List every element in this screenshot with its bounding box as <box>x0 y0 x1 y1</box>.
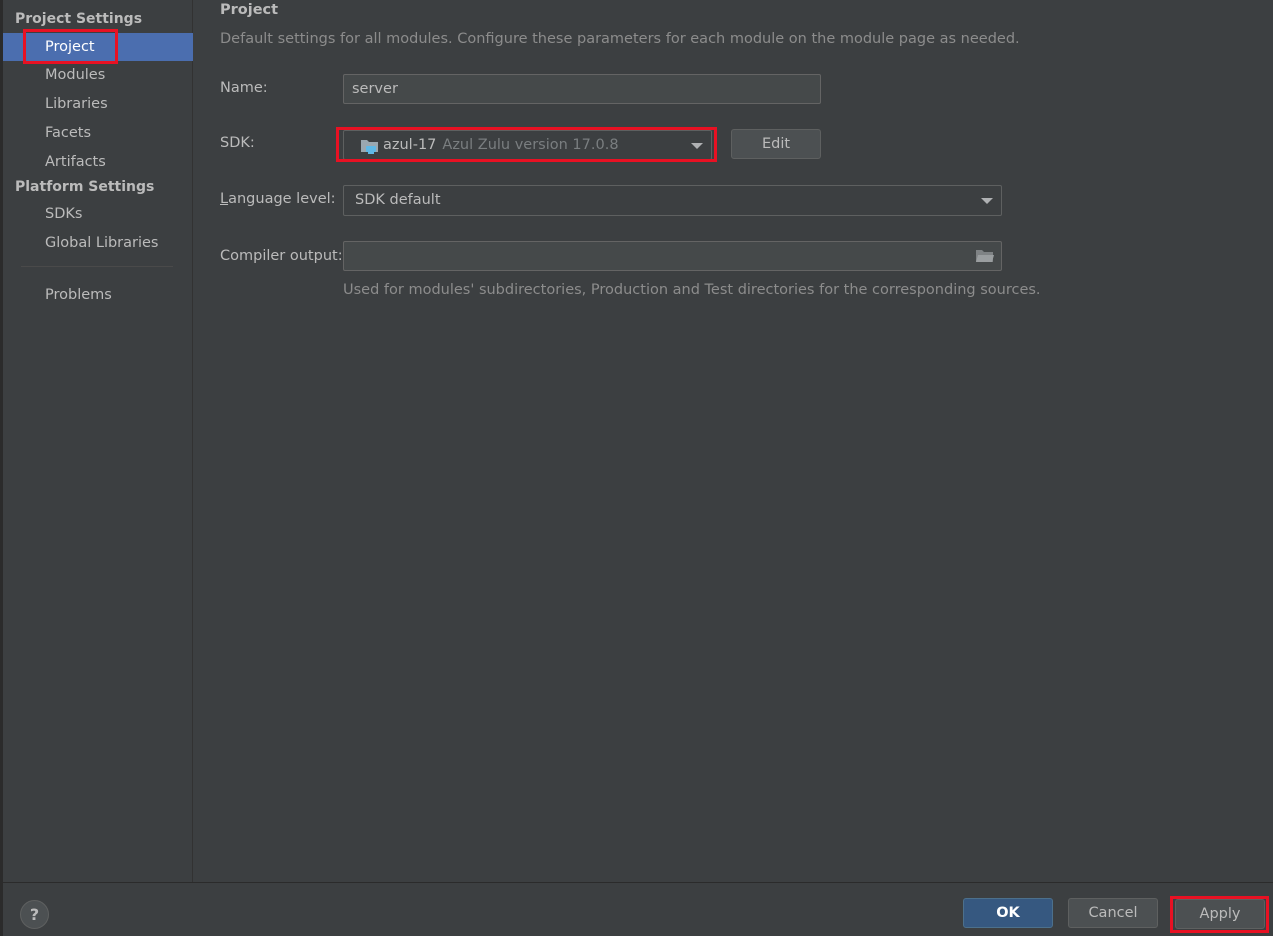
chevron-down-icon <box>981 198 993 204</box>
name-input[interactable]: server <box>343 74 821 104</box>
help-button[interactable]: ? <box>20 900 49 929</box>
sdk-folder-icon <box>360 137 380 155</box>
page-title: Project <box>220 2 279 18</box>
dialog-footer: ? OK Cancel Apply <box>3 882 1273 936</box>
compiler-output-input[interactable] <box>343 241 1002 271</box>
sdk-dropdown[interactable]: azul-17 Azul Zulu version 17.0.8 <box>343 130 712 160</box>
sidebar-item-global-libraries[interactable]: Global Libraries <box>3 229 193 257</box>
sidebar-item-project[interactable]: Project <box>3 33 193 61</box>
compiler-output-label: Compiler output: <box>220 248 343 264</box>
sidebar: Project Settings Project Modules Librari… <box>3 0 193 882</box>
language-level-label-text: anguage level: <box>228 191 336 207</box>
sidebar-item-modules[interactable]: Modules <box>3 61 193 89</box>
sdk-version: Azul Zulu version 17.0.8 <box>442 137 619 153</box>
name-label: Name: <box>220 80 268 96</box>
chevron-down-icon <box>691 143 703 149</box>
compiler-output-hint: Used for modules' subdirectories, Produc… <box>343 282 1041 298</box>
cancel-button[interactable]: Cancel <box>1068 898 1158 928</box>
language-level-mnemonic: L <box>220 191 229 207</box>
folder-icon[interactable] <box>975 248 995 264</box>
sidebar-item-sdks[interactable]: SDKs <box>3 200 193 228</box>
sdk-edit-button[interactable]: Edit <box>731 129 821 159</box>
project-settings-header: Project Settings <box>15 11 143 27</box>
sdk-name: azul-17 <box>383 137 437 153</box>
sdk-label: SDK: <box>220 135 255 151</box>
main-panel: Project Default settings for all modules… <box>194 0 1273 882</box>
sidebar-divider <box>21 266 173 267</box>
sidebar-item-facets[interactable]: Facets <box>3 119 193 147</box>
ok-button[interactable]: OK <box>963 898 1053 928</box>
sidebar-item-libraries[interactable]: Libraries <box>3 90 193 118</box>
sidebar-item-problems[interactable]: Problems <box>3 281 193 309</box>
apply-button[interactable]: Apply <box>1175 899 1265 929</box>
platform-settings-header: Platform Settings <box>15 179 155 195</box>
language-level-value: SDK default <box>355 192 441 208</box>
language-level-dropdown[interactable]: SDK default <box>343 185 1002 216</box>
language-level-label: Language level: <box>220 191 336 207</box>
page-description: Default settings for all modules. Config… <box>220 31 1020 47</box>
project-structure-dialog: Project Settings Project Modules Librari… <box>0 0 1273 936</box>
sidebar-item-artifacts[interactable]: Artifacts <box>3 148 193 176</box>
